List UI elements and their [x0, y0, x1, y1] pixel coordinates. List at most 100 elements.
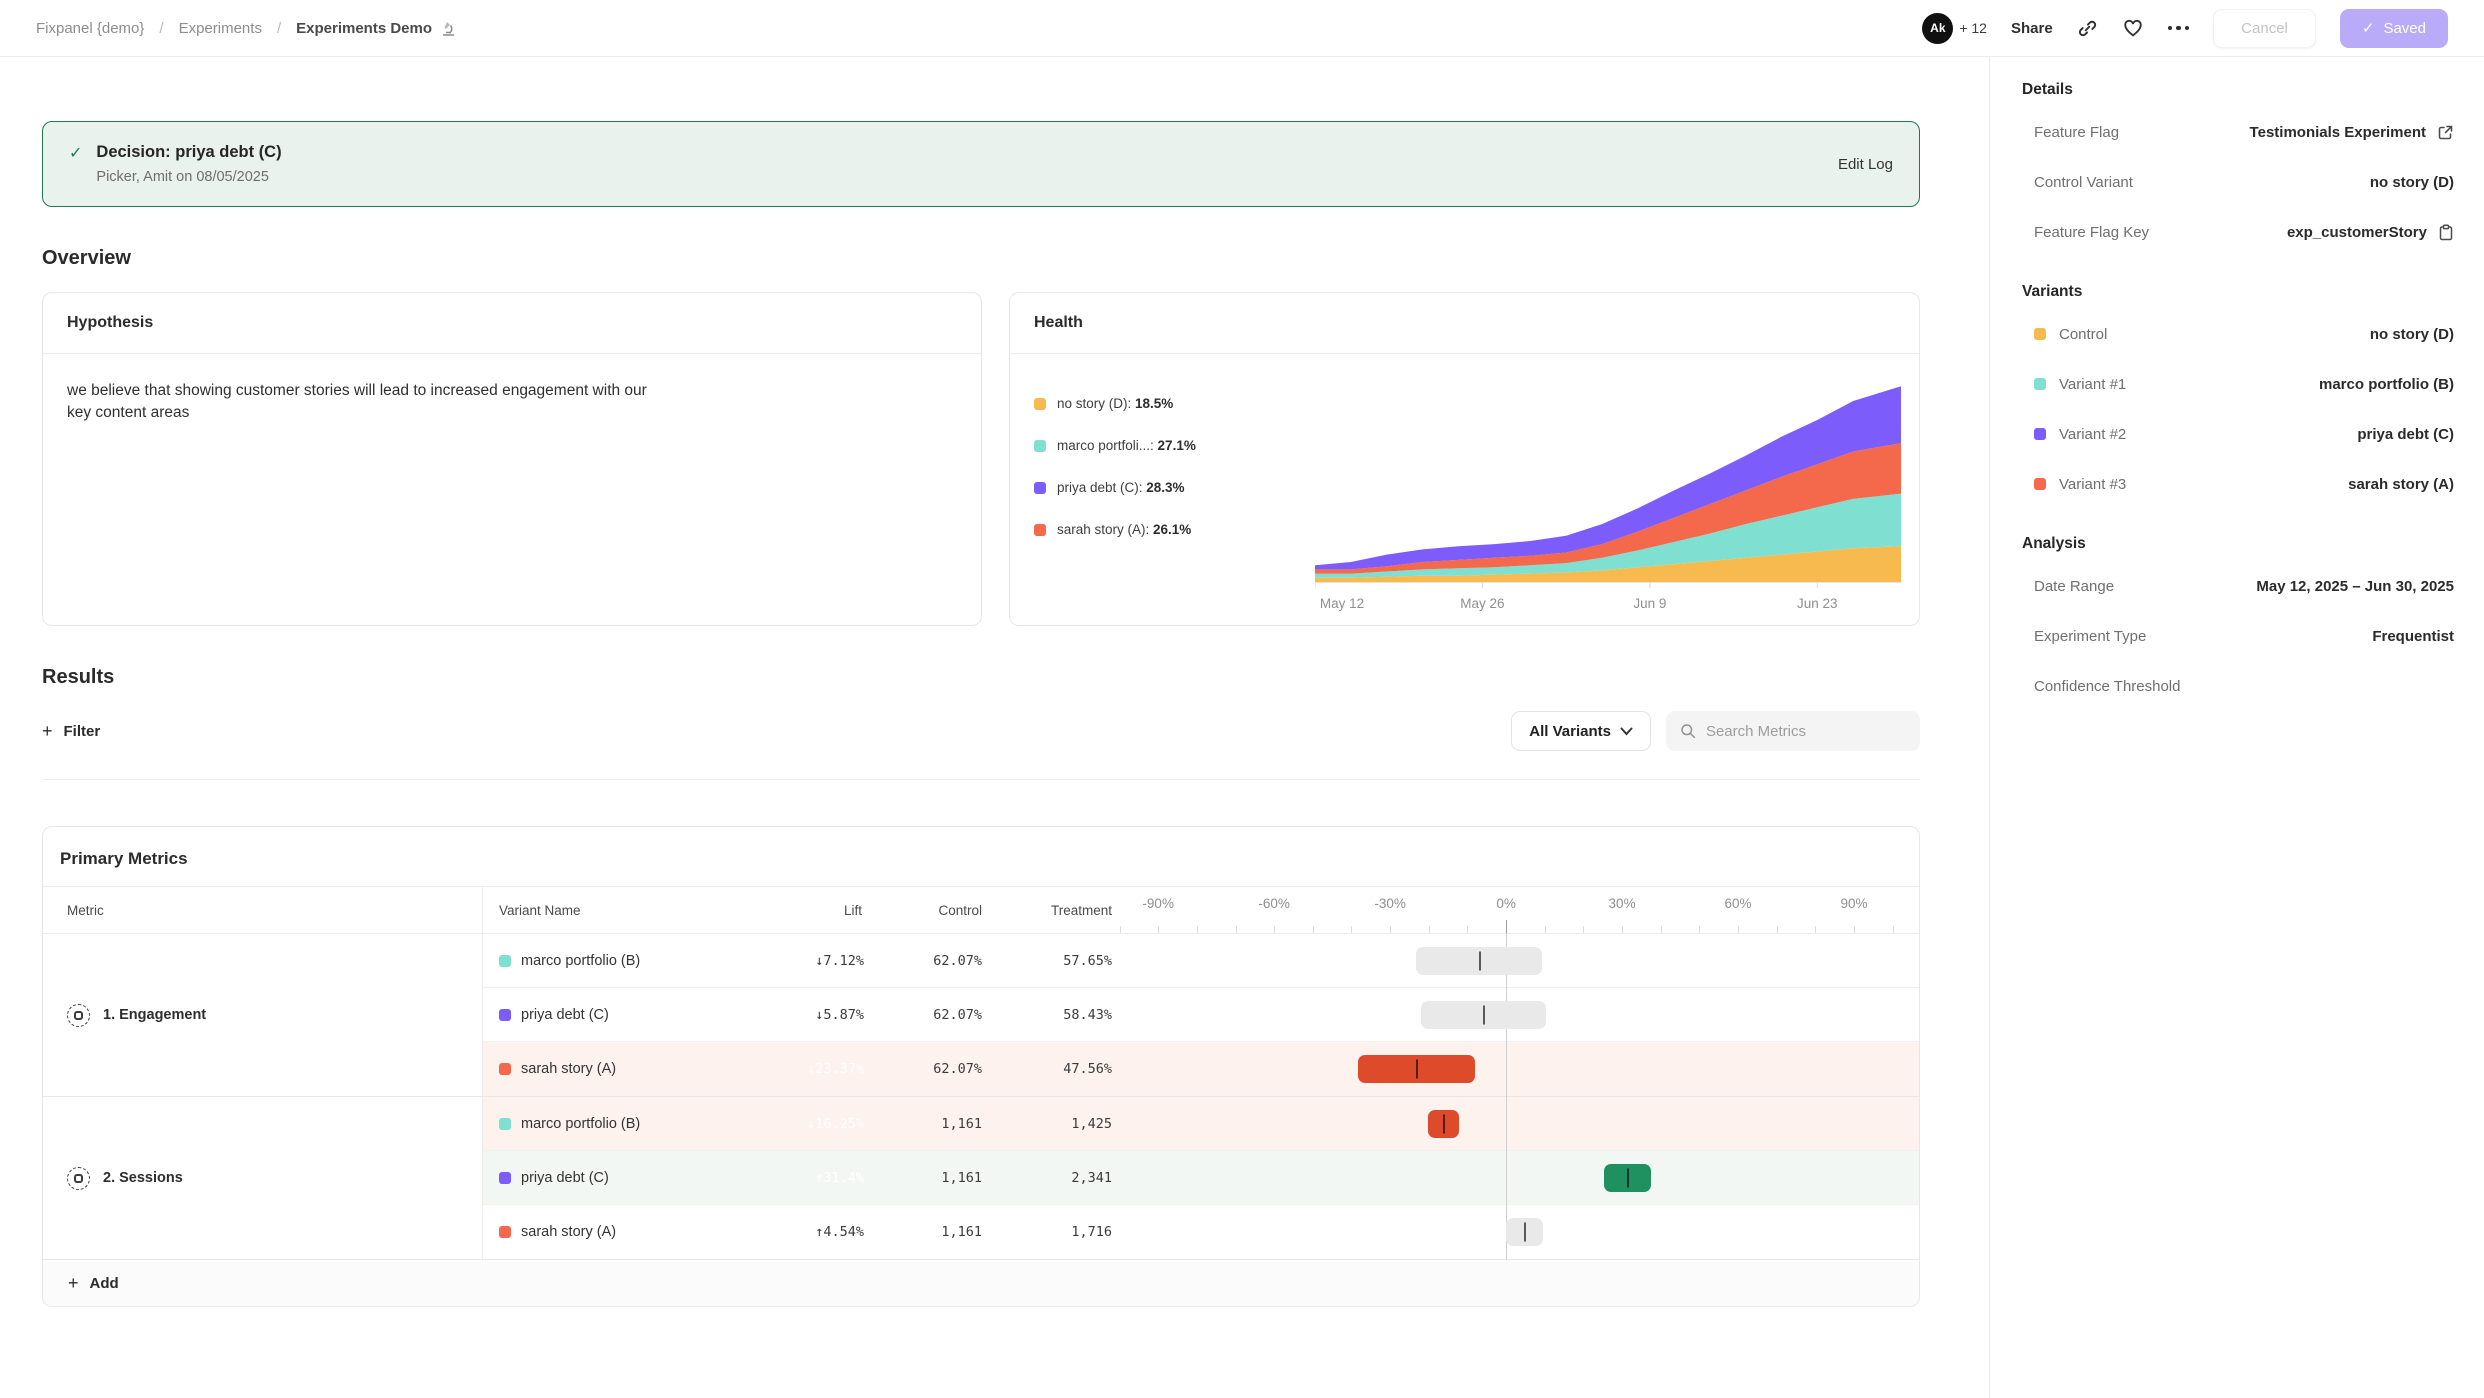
axis-minor-tick [1583, 926, 1584, 933]
control-value: 1,161 [941, 1224, 982, 1240]
variants-row: Variant #2priya debt (C) [2022, 409, 2454, 459]
control-cell: 62.07% [878, 988, 998, 1042]
copy-link-button[interactable] [2077, 18, 2098, 39]
metrics-table-header: Metric Variant Name Lift Control Treatme… [43, 886, 1919, 934]
saved-button[interactable]: ✓ Saved [2340, 9, 2448, 48]
lift-value: ↓23.37% [807, 1061, 864, 1077]
health-stacked-area-chart: May 12May 26Jun 9Jun 23 [1315, 376, 1901, 616]
sidebar-row-value-text: priya debt (C) [2357, 426, 2454, 443]
add-metric-button[interactable]: + Add [43, 1259, 1919, 1306]
zero-line [1506, 1041, 1507, 1097]
control-value: 62.07% [933, 1061, 982, 1077]
variants-section: Variants Controlno story (D)Variant #1ma… [2022, 283, 2454, 509]
analysis-row: Date Range May 12, 2025 – Jun 30, 2025 [2022, 561, 2454, 611]
share-button[interactable]: Share [2011, 20, 2053, 37]
lift-cell: ↓16.25% [748, 1097, 878, 1151]
breadcrumb-project[interactable]: Fixpanel {demo} [36, 20, 144, 37]
sidebar-row-value-text: May 12, 2025 – Jun 30, 2025 [2256, 578, 2454, 595]
axis-zero-tick [1506, 920, 1507, 933]
more-options-button[interactable] [2168, 26, 2190, 31]
external-link-button[interactable] [2437, 124, 2454, 141]
results-divider [42, 779, 1920, 780]
sidebar-row-value: marco portfolio (B) [2319, 376, 2454, 393]
add-filter-button[interactable]: + Filter [42, 722, 100, 740]
variant-label: sarah story (A) [521, 1061, 616, 1077]
metric-group: 2. Sessionsmarco portfolio (B)↓16.25%1,1… [43, 1096, 1919, 1259]
header-actions: Ak + 12 Share Cancel ✓ [1922, 9, 2448, 48]
axis-minor-tick [1390, 926, 1391, 933]
hypothesis-card: Hypothesis we believe that showing custo… [42, 292, 982, 626]
sidebar-row-label-text: Feature Flag [2034, 124, 2119, 141]
plus-icon: + [68, 1274, 79, 1292]
plus-icon: + [42, 722, 53, 740]
legend-swatch [1034, 398, 1046, 410]
variant-swatch [499, 955, 511, 967]
zero-line [1506, 1150, 1507, 1205]
details-row: Feature FlagTestimonials Experiment [2022, 107, 2454, 157]
metric-name-cell: 1. Engagement [43, 934, 483, 1096]
search-metrics-input[interactable] [1706, 723, 1906, 740]
variant-name-cell: marco portfolio (B) [483, 934, 748, 988]
sidebar-row-value-text: no story (D) [2370, 174, 2454, 191]
favorite-button[interactable] [2122, 17, 2144, 39]
cancel-button[interactable]: Cancel [2213, 9, 2316, 48]
axis-minor-tick [1274, 926, 1275, 933]
variant-label: marco portfolio (B) [521, 953, 640, 969]
treatment-cell: 58.43% [998, 988, 1128, 1042]
legend-label: priya debt (C): 28.3% [1057, 480, 1185, 495]
sidebar-row-label: Variant #1 [2034, 376, 2126, 393]
hypothesis-card-title: Hypothesis [43, 293, 981, 354]
lift-axis: -90%-60%-30%0%30%60%90% [1128, 887, 1919, 933]
variants-filter-dropdown[interactable]: All Variants [1511, 711, 1651, 751]
sidebar-row-value-text: no story (D) [2370, 326, 2454, 343]
variant-name-cell: priya debt (C) [483, 1151, 748, 1205]
external-link-icon[interactable] [2437, 124, 2454, 141]
sidebar-row-value: May 12, 2025 – Jun 30, 2025 [2256, 578, 2454, 595]
clipboard-button[interactable] [2438, 224, 2454, 241]
sidebar-row-label-text: Date Range [2034, 578, 2114, 595]
hypothesis-text: we believe that showing customer stories… [43, 354, 683, 451]
axis-minor-tick [1158, 926, 1159, 933]
axis-tick-label: -30% [1374, 896, 1406, 911]
x-axis-label: Jun 9 [1633, 596, 1666, 611]
collaborators[interactable]: Ak + 12 [1922, 13, 1987, 44]
variant-swatch [2034, 328, 2046, 340]
decision-subtitle: Picker, Amit on 08/05/2025 [96, 169, 281, 185]
sidebar-row-value: priya debt (C) [2357, 426, 2454, 443]
breadcrumb-experiments[interactable]: Experiments [179, 20, 262, 37]
legend-value: 27.1% [1158, 438, 1196, 453]
breadcrumb-current: Experiments Demo [296, 20, 457, 37]
details-row: Control Variantno story (D) [2022, 157, 2454, 207]
axis-minor-tick [1815, 926, 1816, 933]
breadcrumb-separator: / [277, 20, 281, 37]
lift-value: ↑4.54% [815, 1224, 864, 1240]
legend-item: no story (D): 18.5% [1034, 396, 1310, 411]
sidebar-row-label: Feature Flag [2034, 124, 2119, 141]
edit-log-button[interactable]: Edit Log [1838, 156, 1893, 173]
check-icon: ✓ [2362, 19, 2375, 37]
control-value: 62.07% [933, 1007, 982, 1023]
saved-label: Saved [2383, 20, 2426, 37]
variant-swatch [499, 1009, 511, 1021]
sidebar-row-value-text: sarah story (A) [2348, 476, 2454, 493]
variants-row: Control no story (D) [2022, 309, 2454, 359]
zero-line [1506, 1096, 1507, 1151]
legend-label: marco portfoli...: 27.1% [1057, 438, 1196, 453]
sidebar-row-label-text: Confidence Threshold [2034, 678, 2180, 695]
lift-value: ↓16.25% [807, 1116, 864, 1132]
lift-point-marker [1483, 1005, 1485, 1024]
health-card: Health no story (D): 18.5%marco portfoli… [1009, 292, 1920, 626]
legend-label: sarah story (A): 26.1% [1057, 522, 1191, 537]
lift-point-marker [1416, 1060, 1418, 1079]
control-cell: 1,161 [878, 1097, 998, 1151]
sidebar-row-label-text: Control [2059, 326, 2107, 343]
axis-tick-label: 30% [1609, 896, 1636, 911]
axis-minor-tick [1120, 926, 1121, 933]
confidence-interval-cell [1128, 1205, 1919, 1259]
treatment-value: 58.43% [1063, 1007, 1112, 1023]
clipboard-icon[interactable] [2438, 224, 2454, 241]
treatment-cell: 2,341 [998, 1151, 1128, 1205]
microscope-icon [440, 20, 457, 37]
avatar[interactable]: Ak [1922, 13, 1953, 44]
column-metric: Metric [43, 887, 483, 933]
